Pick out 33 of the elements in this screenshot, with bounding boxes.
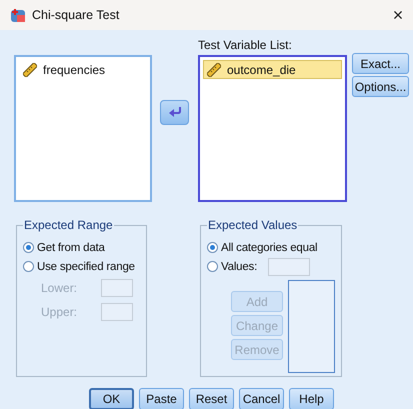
dialog-button[interactable]: OK	[89, 388, 134, 409]
move-button[interactable]	[160, 100, 189, 125]
curved-arrow-icon	[168, 107, 182, 118]
radio-button[interactable]	[207, 261, 218, 272]
radio-button[interactable]	[23, 261, 34, 272]
window-title: Chi-square Test	[32, 8, 120, 22]
close-button[interactable]: ×	[383, 4, 413, 26]
dialog-button[interactable]: Paste	[139, 388, 184, 409]
dialog-button[interactable]: Help	[289, 388, 334, 409]
variable-item[interactable]: frequencies	[19, 60, 147, 79]
variable-list[interactable]: outcome_die	[198, 55, 347, 202]
ruler-icon	[207, 62, 221, 76]
input-field[interactable]	[268, 258, 310, 276]
group-title: Expected Range	[23, 218, 114, 232]
dialog-button[interactable]: Cancel	[239, 388, 284, 409]
variable-list[interactable]: frequencies	[14, 55, 152, 202]
app-icon	[10, 7, 26, 23]
dialog-button[interactable]: Exact...	[352, 53, 409, 74]
radio-button[interactable]	[207, 242, 218, 253]
radio-button[interactable]	[23, 242, 34, 253]
radio-label[interactable]: All categories equal	[221, 242, 318, 254]
values-list[interactable]	[288, 280, 335, 373]
dialog-button[interactable]: Reset	[189, 388, 234, 409]
variable-item[interactable]: outcome_die	[203, 60, 342, 79]
radio-label[interactable]: Use specified range	[37, 260, 135, 272]
radio-label[interactable]: Values:	[221, 260, 258, 272]
group-title: Expected Values	[207, 218, 298, 232]
dialog-button[interactable]: Options...	[352, 76, 409, 97]
list-label: Test Variable List:	[198, 38, 292, 54]
radio-label[interactable]: Get from data	[37, 242, 105, 254]
ruler-icon	[23, 62, 37, 76]
field-label: Lower:	[41, 281, 78, 295]
field-label: Upper:	[41, 305, 78, 319]
